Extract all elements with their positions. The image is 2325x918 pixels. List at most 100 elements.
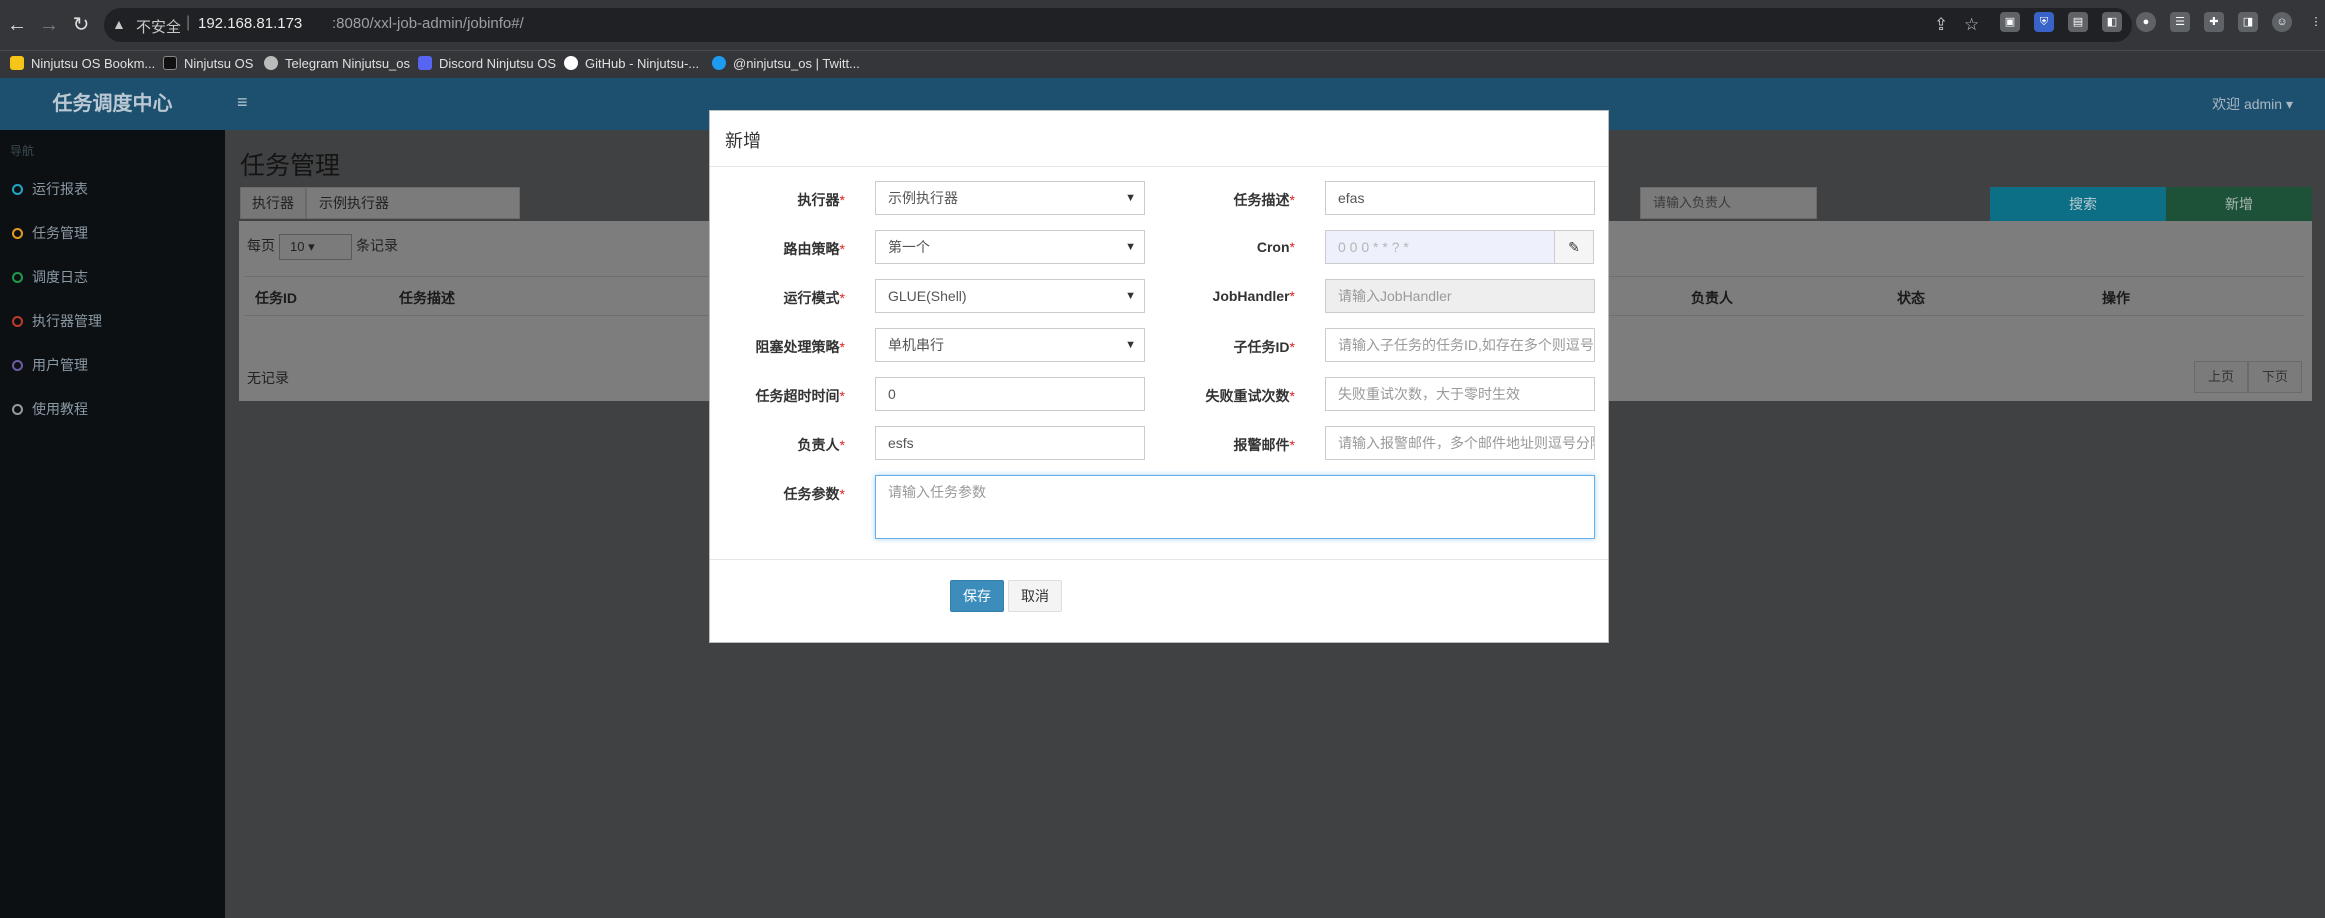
column-header-id[interactable]: 任务ID xyxy=(255,288,297,308)
next-page-button[interactable]: 下页 xyxy=(2248,361,2302,393)
job-desc-input[interactable]: efas xyxy=(1325,181,1595,215)
edit-cron-icon[interactable]: ✎ xyxy=(1554,230,1594,264)
chevron-down-icon: ▼ xyxy=(1125,241,1136,253)
bookmarks-bar: Ninjutsu OS Bookm... Ninjutsu OS Telegra… xyxy=(0,50,2325,78)
browser-toolbar: ← → ↻ ▲ 不安全 | 192.168.81.173 :8080/xxl-j… xyxy=(0,0,2325,50)
profile-icon[interactable]: ☺ xyxy=(2272,12,2292,32)
sidebar-item-help[interactable]: 使用教程 xyxy=(12,399,88,419)
job-params-label: 任务参数* xyxy=(783,486,845,502)
star-icon[interactable]: ☆ xyxy=(1964,15,1979,35)
chevron-down-icon: ▼ xyxy=(1125,192,1136,204)
executor-select[interactable]: 示例执行器 ▼ xyxy=(875,181,1145,215)
puzzle-icon[interactable]: ✚ xyxy=(2204,12,2224,32)
folder-icon xyxy=(10,56,24,70)
warning-icon: ▲ xyxy=(112,16,126,32)
back-arrow-icon[interactable]: ← xyxy=(4,12,30,38)
chevron-down-icon: ▼ xyxy=(1125,290,1136,302)
column-header-desc[interactable]: 任务描述 xyxy=(399,288,455,308)
timeout-input[interactable]: 0 xyxy=(875,377,1145,411)
sidebar-item-jobs[interactable]: 任务管理 xyxy=(12,223,88,243)
cron-input[interactable]: 0 0 0 * * ? * xyxy=(1325,230,1555,264)
owner-label: 负责人* xyxy=(797,437,845,453)
address-bar[interactable]: ▲ 不安全 | 192.168.81.173 :8080/xxl-job-adm… xyxy=(104,8,2132,42)
search-button[interactable]: 搜索 xyxy=(1990,187,2176,221)
extension-icon[interactable]: ◧ xyxy=(2102,12,2122,32)
job-params-textarea[interactable]: 请输入任务参数 xyxy=(875,475,1595,539)
reload-icon[interactable]: ↻ xyxy=(68,12,94,38)
discord-icon xyxy=(418,56,432,70)
executor-label: 执行器* xyxy=(797,192,845,208)
run-mode-select[interactable]: GLUE(Shell) ▼ xyxy=(875,279,1145,313)
extension-icon[interactable]: ▤ xyxy=(2068,12,2088,32)
block-strategy-label: 阻塞处理策略* xyxy=(755,339,845,355)
sidebar-item-users[interactable]: 用户管理 xyxy=(12,355,88,375)
owner-search-input[interactable]: 请输入负责人 xyxy=(1640,187,1817,219)
child-job-input[interactable]: 请输入子任务的任务ID,如存在多个则逗号分隔 xyxy=(1325,328,1595,362)
page-title: 任务管理 xyxy=(240,152,341,180)
column-header-status[interactable]: 状态 xyxy=(1897,288,1925,308)
page-size-control: 每页 10 ▾ 条记录 xyxy=(247,234,398,260)
circle-icon xyxy=(12,316,23,327)
retry-count-input[interactable]: 失败重试次数，大于零时生效 xyxy=(1325,377,1595,411)
jobhandler-input[interactable]: 请输入JobHandler xyxy=(1325,279,1595,313)
sidebar: 导航 运行报表 任务管理 调度日志 执行器管理 用户管理 使用教程 xyxy=(0,130,225,918)
bookmark-item[interactable]: Ninjutsu OS Bookm... xyxy=(10,56,155,71)
not-secure-label: 不安全 xyxy=(136,19,182,36)
timeout-label: 任务超时时间* xyxy=(755,388,845,404)
cancel-button[interactable]: 取消 xyxy=(1008,580,1062,612)
extension-icon[interactable]: ☰ xyxy=(2170,12,2190,32)
bookmark-item[interactable]: GitHub - Ninjutsu-... xyxy=(564,56,699,71)
child-job-label: 子任务ID* xyxy=(1233,339,1295,355)
sidebar-item-logs[interactable]: 调度日志 xyxy=(12,267,88,287)
job-desc-label: 任务描述* xyxy=(1233,192,1295,208)
route-strategy-select[interactable]: 第一个 ▼ xyxy=(875,230,1145,264)
bookmark-item[interactable]: Discord Ninjutsu OS xyxy=(418,56,556,71)
circle-icon xyxy=(12,360,23,371)
page-size-select[interactable]: 10 ▾ xyxy=(279,234,352,260)
sidebar-item-report[interactable]: 运行报表 xyxy=(12,179,88,199)
column-header-actions: 操作 xyxy=(2102,290,2130,306)
github-icon xyxy=(564,56,578,70)
chevron-down-icon: ▼ xyxy=(1125,339,1136,351)
sidebar-item-executors[interactable]: 执行器管理 xyxy=(12,311,102,331)
url-host: 192.168.81.173 xyxy=(198,15,303,32)
url-path: :8080/xxl-job-admin/jobinfo#/ xyxy=(332,15,524,32)
share-icon[interactable]: ⇪ xyxy=(1934,15,1948,35)
hamburger-menu-icon[interactable]: ≡ xyxy=(237,92,248,113)
executor-filter-label: 执行器 xyxy=(240,187,306,219)
cron-label: Cron* xyxy=(1256,239,1295,255)
column-header-owner[interactable]: 负责人 xyxy=(1691,288,1733,308)
save-button[interactable]: 保存 xyxy=(950,580,1004,612)
executor-filter-select[interactable]: 示例执行器 xyxy=(306,187,520,219)
sidebar-heading: 导航 xyxy=(10,144,35,158)
user-menu[interactable]: 欢迎 admin ▾ xyxy=(2212,94,2293,114)
circle-icon xyxy=(12,272,23,283)
alarm-email-input[interactable]: 请输入报警邮件，多个邮件地址则逗号分隔 xyxy=(1325,426,1595,460)
jobhandler-label: JobHandler* xyxy=(1212,288,1295,304)
owner-input[interactable]: esfs xyxy=(875,426,1145,460)
extension-icon[interactable]: ● xyxy=(2136,12,2156,32)
circle-icon xyxy=(12,184,23,195)
menu-dots-icon[interactable]: ⋮ xyxy=(2306,12,2325,32)
notion-icon xyxy=(163,56,177,70)
modal-footer-divider xyxy=(710,559,1608,560)
route-strategy-label: 路由策略* xyxy=(783,241,845,257)
forward-arrow-icon[interactable]: → xyxy=(36,12,62,38)
block-strategy-select[interactable]: 单机串行 ▼ xyxy=(875,328,1145,362)
bookmark-item[interactable]: Ninjutsu OS xyxy=(163,56,253,71)
bookmark-item[interactable]: @ninjutsu_os | Twitt... xyxy=(712,56,860,71)
prev-page-button[interactable]: 上页 xyxy=(2194,361,2248,393)
shield-icon[interactable]: ⛨ xyxy=(2034,12,2054,32)
bookmark-item[interactable]: Telegram Ninjutsu_os xyxy=(264,56,410,71)
sidebar-toggle-icon[interactable]: ◨ xyxy=(2238,12,2258,32)
alarm-email-label: 报警邮件* xyxy=(1233,437,1295,453)
modal-header-divider xyxy=(710,166,1608,167)
no-records-text: 无记录 xyxy=(247,370,289,386)
app-logo[interactable]: 任务调度中心 xyxy=(0,78,225,130)
circle-icon xyxy=(12,228,23,239)
extensions-bar: ▣ ⛨ ▤ ◧ ● ☰ ✚ ◨ ☺ ⋮ xyxy=(2000,12,2325,38)
add-job-button[interactable]: 新增 xyxy=(2166,187,2312,221)
globe-icon xyxy=(264,56,278,70)
extension-icon[interactable]: ▣ xyxy=(2000,12,2020,32)
url-separator: | xyxy=(186,14,191,31)
